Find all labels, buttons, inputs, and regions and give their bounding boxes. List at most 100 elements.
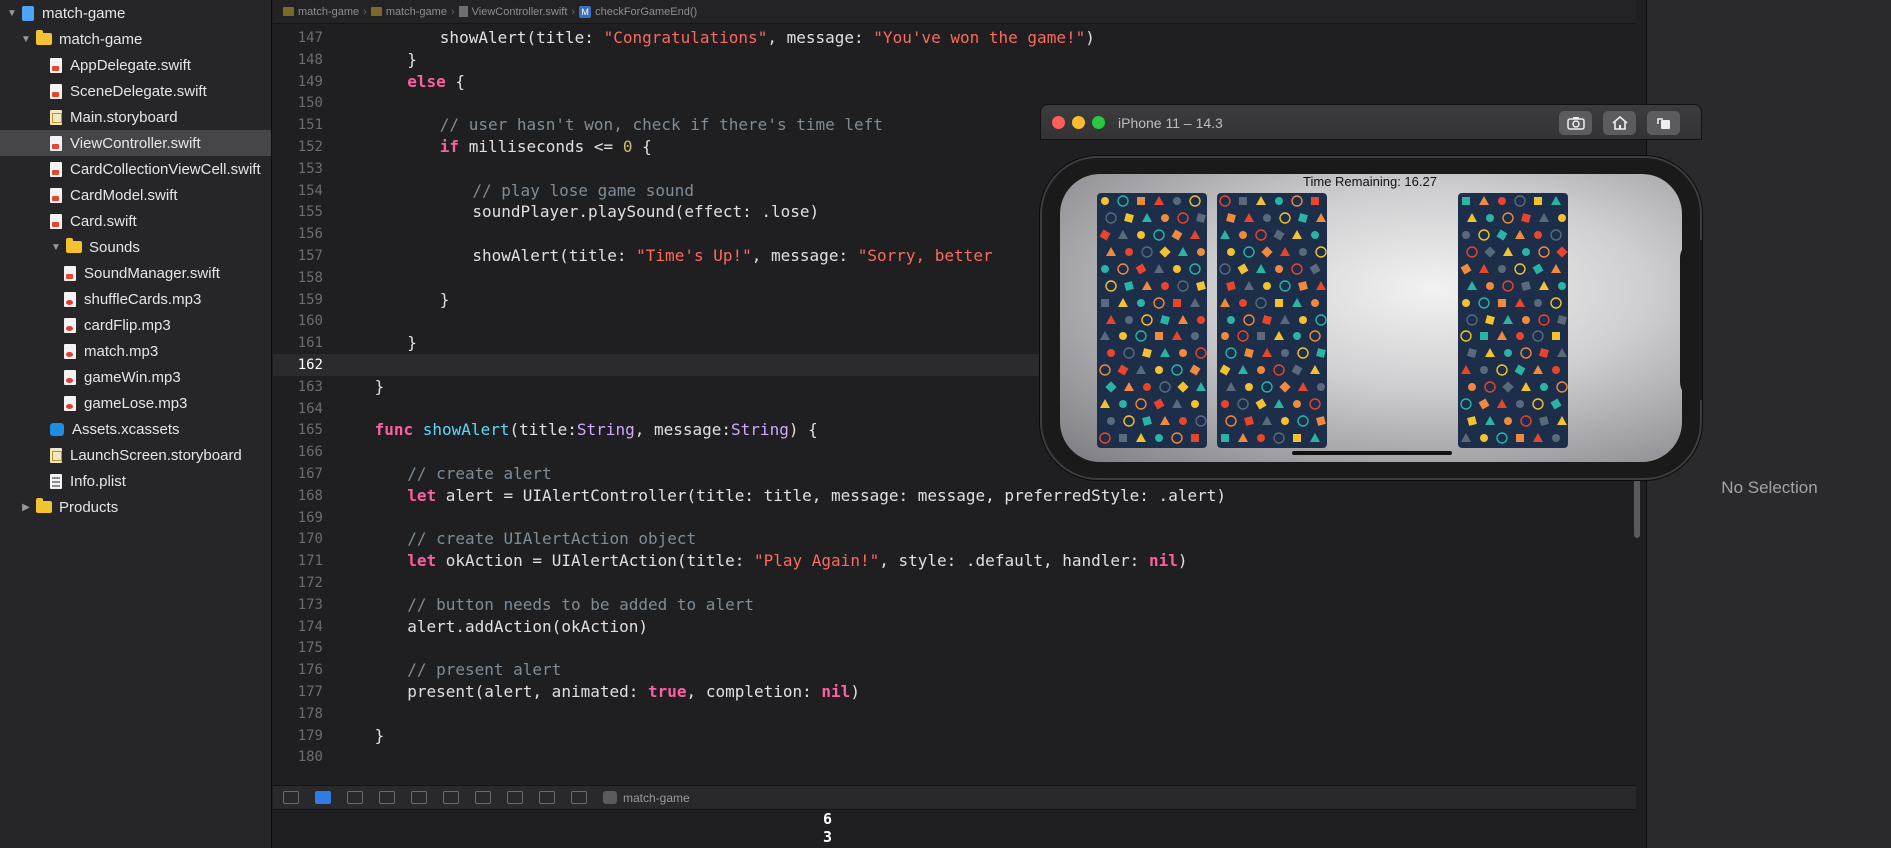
- line-number: 151: [297, 117, 323, 134]
- disclosure-expanded-icon[interactable]: ▼: [20, 34, 32, 45]
- debug-scheme-label[interactable]: match-game: [623, 791, 690, 805]
- simulator-screen[interactable]: Time Remaining: 16.27: [1060, 174, 1682, 462]
- code-line[interactable]: 149 else {: [273, 71, 1636, 93]
- code-token: present(alert, animated:: [407, 682, 649, 701]
- card-pattern: [1460, 330, 1568, 444]
- navigator-item[interactable]: CardModel.swift: [0, 182, 271, 208]
- navigator-item[interactable]: SoundManager.swift: [0, 260, 271, 286]
- navigator-item[interactable]: Card.swift: [0, 208, 271, 234]
- screenshot-button[interactable]: [1559, 111, 1592, 135]
- line-number: 174: [297, 618, 323, 635]
- hide-debug-area-icon[interactable]: [283, 791, 299, 804]
- navigator-item[interactable]: gameLose.mp3: [0, 390, 271, 416]
- line-number: 172: [297, 575, 323, 591]
- view-hierarchy-icon[interactable]: [475, 791, 491, 804]
- home-icon: [1611, 116, 1628, 130]
- navigator-item[interactable]: ViewController.swift: [0, 130, 271, 156]
- navigator-item[interactable]: ▶ Products: [0, 494, 271, 520]
- code-token: ): [850, 682, 860, 701]
- jump-bar-crumb-method[interactable]: checkForGameEnd(): [595, 6, 697, 18]
- navigator-item[interactable]: Main.storyboard: [0, 104, 271, 130]
- code-token: }: [374, 725, 385, 745]
- home-indicator[interactable]: [1292, 451, 1452, 455]
- code-line[interactable]: 178: [273, 703, 1636, 725]
- card-back[interactable]: [1458, 328, 1568, 448]
- code-line[interactable]: 171 let okAction = UIAlertAction(title: "…: [273, 550, 1636, 572]
- jump-bar-crumb-group[interactable]: match-game: [386, 6, 447, 18]
- breakpoints-toggle-icon[interactable]: [315, 791, 331, 804]
- navigator-item-label: SceneDelegate.swift: [70, 82, 207, 100]
- line-number: 154: [297, 182, 323, 199]
- code-line[interactable]: 174 alert.addAction(okAction): [273, 616, 1636, 638]
- close-window-button[interactable]: [1052, 116, 1065, 129]
- disclosure-collapsed-icon[interactable]: ▶: [20, 502, 32, 513]
- code-line[interactable]: 179}: [273, 725, 1636, 747]
- disclosure-expanded-icon[interactable]: ▼: [6, 8, 18, 19]
- jump-bar-crumb-project[interactable]: match-game: [298, 6, 359, 18]
- navigator-item[interactable]: Assets.xcassets: [0, 416, 271, 442]
- code-text: alert.addAction(okAction): [407, 616, 648, 638]
- code-line[interactable]: 148}: [273, 49, 1636, 71]
- code-line[interactable]: 172: [273, 572, 1636, 594]
- code-line[interactable]: 177 present(alert, animated: true, comple…: [273, 681, 1636, 703]
- memory-graph-icon[interactable]: [507, 791, 523, 804]
- navigator-item-label: Main.storyboard: [70, 108, 178, 126]
- code-token: nil: [1148, 551, 1178, 571]
- navigator-item[interactable]: Info.plist: [0, 468, 271, 494]
- card-pattern: [1099, 195, 1206, 343]
- code-token: showAlert(title:: [472, 246, 637, 265]
- code-line[interactable]: 175: [273, 637, 1636, 659]
- code-line[interactable]: 147 showAlert(title: "Congratulations", m…: [273, 27, 1636, 49]
- code-text: showAlert(title: "Time's Up!", message: …: [472, 245, 992, 267]
- code-token: , message:: [767, 28, 874, 47]
- navigator-item[interactable]: cardFlip.mp3: [0, 312, 271, 338]
- code-token: String: [731, 420, 789, 440]
- navigator-item[interactable]: match.mp3: [0, 338, 271, 364]
- disclosure-expanded-icon[interactable]: ▼: [50, 242, 62, 253]
- card-back[interactable]: [1217, 328, 1327, 448]
- code-token: ) {: [788, 420, 818, 440]
- card-back[interactable]: [1217, 193, 1327, 349]
- navigator-item-label: LaunchScreen.storyboard: [70, 446, 242, 464]
- card-back[interactable]: [1097, 328, 1207, 448]
- storyboard-file-icon: [50, 447, 62, 463]
- code-line[interactable]: 173 // button needs to be added to alert: [273, 594, 1636, 616]
- navigator-item[interactable]: ▼ match-game: [0, 26, 271, 52]
- navigator-item[interactable]: ▼ Sounds: [0, 234, 271, 260]
- card-back[interactable]: [1097, 193, 1207, 349]
- zoom-window-button[interactable]: [1092, 116, 1105, 129]
- console-output[interactable]: 6 3: [273, 810, 1636, 848]
- step-into-icon[interactable]: [411, 791, 427, 804]
- line-number: 163: [297, 378, 323, 395]
- code-token: "Congratulations": [603, 28, 768, 47]
- line-number: 170: [297, 531, 323, 548]
- navigator-item[interactable]: CardCollectionViewCell.swift: [0, 156, 271, 182]
- code-text: }: [407, 49, 417, 71]
- rotate-button[interactable]: [1647, 111, 1680, 135]
- card-back[interactable]: [1458, 193, 1568, 349]
- jump-bar-crumb-file[interactable]: ViewController.swift: [472, 6, 568, 18]
- pause-icon[interactable]: [347, 791, 363, 804]
- code-line[interactable]: 168 let alert = UIAlertController(title: …: [273, 485, 1636, 507]
- simulator-title-bar[interactable]: iPhone 11 – 14.3: [1040, 104, 1702, 140]
- step-out-icon[interactable]: [443, 791, 459, 804]
- navigator-item[interactable]: SceneDelegate.swift: [0, 78, 271, 104]
- minimize-window-button[interactable]: [1072, 116, 1085, 129]
- location-icon[interactable]: [571, 791, 587, 804]
- navigator-item[interactable]: LaunchScreen.storyboard: [0, 442, 271, 468]
- environment-overrides-icon[interactable]: [539, 791, 555, 804]
- navigator-item[interactable]: shuffleCards.mp3: [0, 286, 271, 312]
- navigator-item[interactable]: AppDelegate.swift: [0, 52, 271, 78]
- rotate-icon: [1656, 118, 1670, 129]
- code-line[interactable]: 180: [273, 746, 1636, 768]
- navigator-item-label: gameLose.mp3: [84, 394, 188, 412]
- code-text: soundPlayer.playSound(effect: .lose): [472, 201, 819, 223]
- step-over-icon[interactable]: [379, 791, 395, 804]
- navigator-item[interactable]: ▼ match-game: [0, 0, 271, 26]
- line-number: 149: [297, 73, 323, 90]
- code-line[interactable]: 176 // present alert: [273, 659, 1636, 681]
- code-line[interactable]: 170 // create UIAlertAction object: [273, 528, 1636, 550]
- home-button[interactable]: [1603, 111, 1636, 135]
- navigator-item[interactable]: gameWin.mp3: [0, 364, 271, 390]
- code-line[interactable]: 169: [273, 507, 1636, 529]
